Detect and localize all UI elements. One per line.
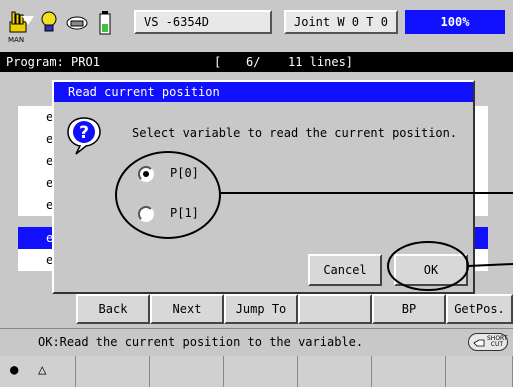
jump-to-button[interactable]: Jump To (224, 294, 298, 324)
robot-name-field[interactable]: VS -6354D (134, 10, 272, 34)
bottom-key-2[interactable] (76, 356, 150, 387)
radio-p1[interactable] (138, 206, 154, 222)
radio-p0-label[interactable]: P[0] (170, 166, 199, 180)
bottom-key-4[interactable] (224, 356, 298, 387)
line-position: 6/ (246, 55, 261, 69)
shortcut-label: SHORT CUT (487, 335, 508, 348)
program-name: Program: PRO1 (6, 55, 100, 69)
line-count: 11 lines] (288, 55, 354, 69)
coord-mode: Joint W 0 T 0 (294, 15, 388, 29)
down-arrow-icon[interactable] (22, 16, 34, 25)
svg-text:?: ? (79, 123, 89, 143)
radio-p1-label[interactable]: P[1] (170, 206, 199, 220)
status-message: OK:Read the current position to the vari… (38, 335, 364, 349)
dialog-prompt: Select variable to read the current posi… (132, 126, 458, 140)
function-key-row: Back Next Jump To BP GetPos. (0, 294, 513, 326)
read-position-dialog: Read current position ? Select variable … (52, 80, 475, 294)
radio-selected-dot (143, 171, 149, 177)
triangle-icon: △ (38, 362, 47, 378)
next-button[interactable]: Next (150, 294, 224, 324)
bottom-key-1[interactable]: ● △ (0, 356, 76, 387)
dialog-title: Read current position (54, 82, 473, 102)
bottom-key-3[interactable] (150, 356, 224, 387)
shortcut-hand-icon (473, 339, 485, 347)
coord-mode-field[interactable]: Joint W 0 T 0 (284, 10, 398, 34)
lightbulb-icon[interactable] (36, 4, 62, 42)
bracket-open: [ (214, 55, 222, 69)
tool-icon[interactable] (64, 4, 90, 42)
bp-button[interactable]: BP (372, 294, 446, 324)
bottom-key-5[interactable] (298, 356, 372, 387)
radio-p0[interactable] (138, 166, 154, 182)
ok-button[interactable]: OK (394, 254, 468, 286)
back-button[interactable]: Back (76, 294, 150, 324)
bottom-key-7[interactable] (446, 356, 513, 387)
shortcut-button[interactable]: SHORT CUT (468, 333, 508, 351)
record-icon: ● (10, 362, 19, 378)
status-bar: MAN VS -6354D Joint W 0 T 0 100% (0, 0, 513, 52)
getpos-button[interactable]: GetPos. (446, 294, 513, 324)
robot-name: VS -6354D (144, 15, 210, 29)
blank-fkey[interactable] (298, 294, 372, 324)
cancel-button[interactable]: Cancel (308, 254, 382, 286)
battery-icon[interactable] (92, 4, 118, 42)
speed-indicator[interactable]: 100% (405, 10, 505, 34)
question-icon: ? (66, 116, 102, 156)
program-title-bar: Program: PRO1 [ 6/ 11 lines] (0, 52, 513, 72)
mode-label: MAN (8, 36, 25, 44)
bottom-key-row: ● △ (0, 356, 513, 387)
bottom-key-6[interactable] (372, 356, 446, 387)
